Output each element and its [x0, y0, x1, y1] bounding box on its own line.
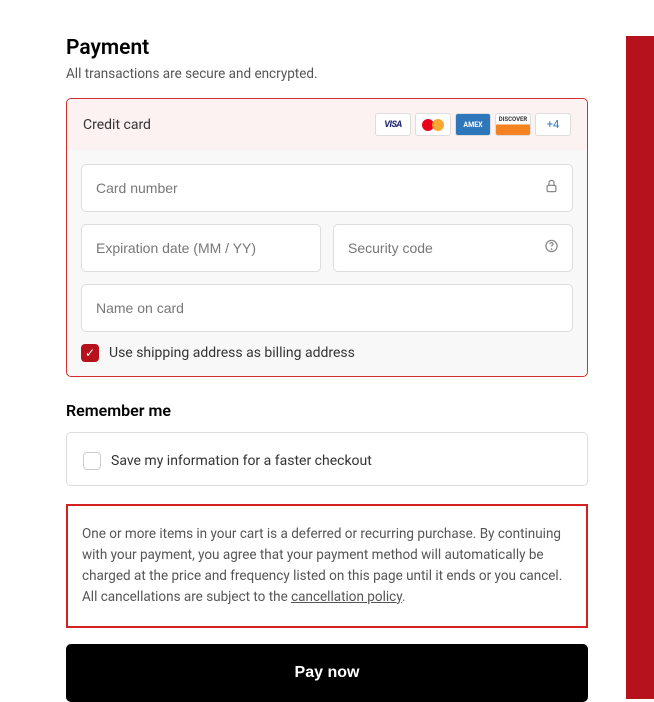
name-on-card-input[interactable] [81, 284, 573, 332]
payment-heading: Payment [66, 36, 588, 60]
more-cards-badge[interactable]: +4 [535, 113, 571, 136]
cancellation-policy-link[interactable]: cancellation policy [291, 589, 402, 605]
subscription-disclaimer: One or more items in your cart is a defe… [82, 524, 572, 608]
subscription-disclaimer-box: One or more items in your cart is a defe… [66, 504, 588, 628]
check-icon: ✓ [85, 346, 95, 360]
payment-method-box: Credit card VISA AMEX DISCOVER +4 [66, 98, 588, 377]
billing-checkbox[interactable]: ✓ [81, 344, 99, 362]
pay-now-button[interactable]: Pay now [66, 644, 588, 702]
remember-me-box[interactable]: Save my information for a faster checkou… [66, 432, 588, 486]
payment-subtitle: All transactions are secure and encrypte… [66, 66, 588, 82]
billing-checkbox-label: Use shipping address as billing address [109, 345, 355, 361]
checkout-payment-section: Payment All transactions are secure and … [0, 36, 654, 702]
visa-icon: VISA [375, 113, 411, 136]
cvv-input[interactable] [333, 224, 573, 272]
payment-fields: ✓ Use shipping address as billing addres… [67, 150, 587, 376]
brand-stripe [626, 36, 654, 699]
discover-icon: DISCOVER [495, 113, 531, 136]
remember-checkbox[interactable] [83, 452, 101, 470]
payment-method-header[interactable]: Credit card VISA AMEX DISCOVER +4 [67, 99, 587, 150]
payment-method-label: Credit card [83, 117, 151, 133]
remember-checkbox-label: Save my information for a faster checkou… [111, 453, 372, 469]
disclaimer-text-2: . [402, 589, 406, 605]
accepted-cards: VISA AMEX DISCOVER +4 [375, 113, 571, 136]
expiry-input[interactable] [81, 224, 321, 272]
amex-icon: AMEX [455, 113, 491, 136]
mastercard-icon [415, 113, 451, 136]
card-number-input[interactable] [81, 164, 573, 212]
billing-same-as-shipping-row[interactable]: ✓ Use shipping address as billing addres… [81, 344, 573, 362]
help-icon[interactable] [544, 239, 559, 258]
lock-icon [544, 179, 559, 198]
remember-heading: Remember me [66, 401, 588, 420]
